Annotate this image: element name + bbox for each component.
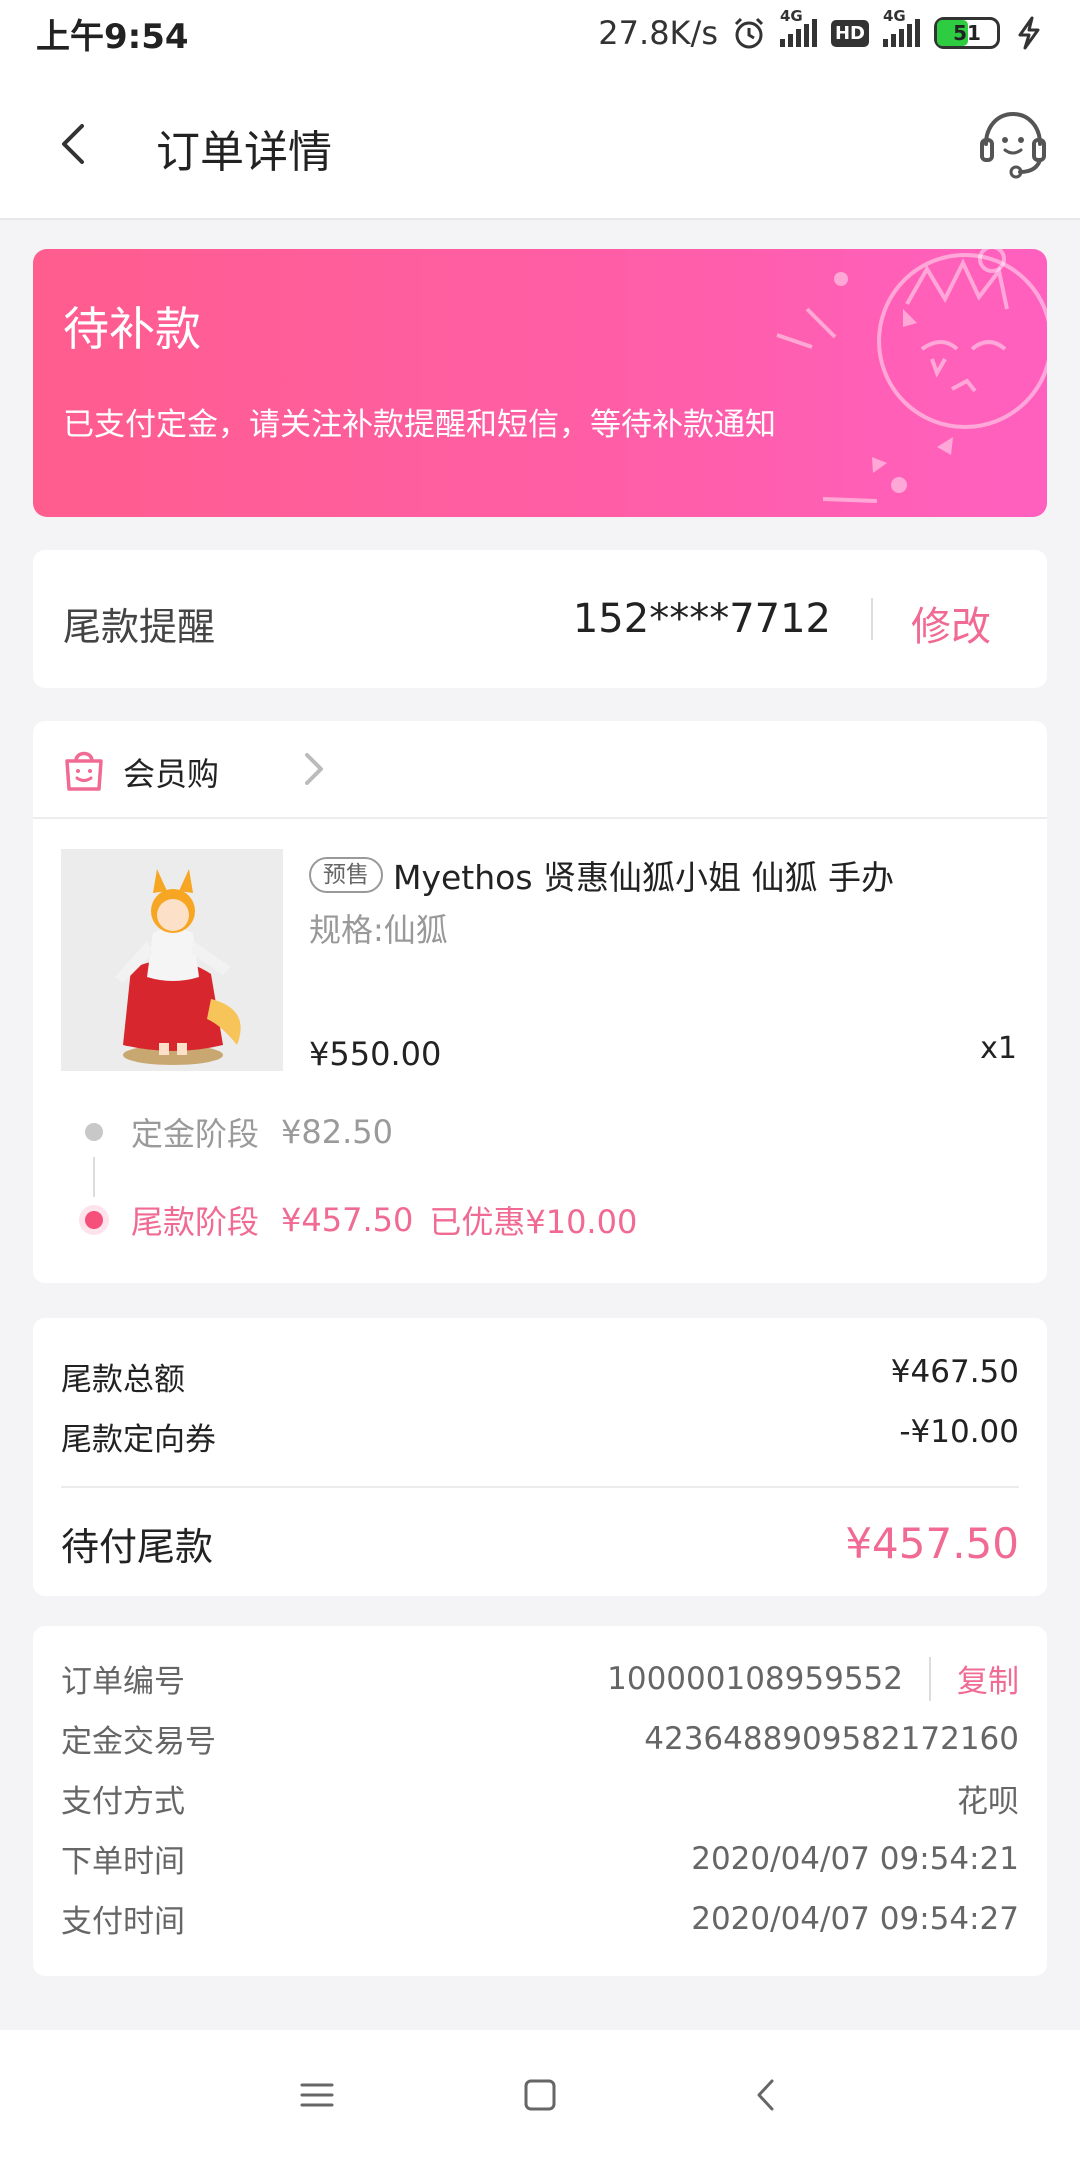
final-payment-reminder: 尾款提醒 152****7712 修改 bbox=[33, 550, 1047, 688]
mascot-decoration-icon bbox=[776, 249, 1047, 503]
system-nav-bar bbox=[0, 2030, 1080, 2160]
network-type-2: 4G bbox=[883, 7, 906, 25]
coupon-label: 尾款定向券 bbox=[61, 1422, 216, 1458]
divider bbox=[929, 1656, 931, 1701]
pay-time-row: 支付时间 2020/04/07 09:54:27 bbox=[61, 1896, 1019, 1941]
deposit-stage: 定金阶段 ¥82.50 bbox=[85, 1109, 393, 1155]
amount-due-value: ¥457.50 bbox=[845, 1519, 1019, 1568]
home-icon[interactable] bbox=[515, 2070, 565, 2120]
edit-phone-button[interactable]: 修改 bbox=[911, 594, 991, 652]
final-stage-discount: 已优惠¥10.00 bbox=[429, 1203, 638, 1241]
product-title: Myethos 贤惠仙狐小姐 仙狐 手办 bbox=[393, 858, 895, 897]
battery-level: 51 bbox=[953, 21, 981, 45]
stage-dot-active bbox=[85, 1211, 103, 1229]
final-total-row: 尾款总额 ¥467.50 bbox=[61, 1354, 1019, 1399]
menu-icon[interactable] bbox=[292, 2070, 342, 2120]
deposit-tx-row: 定金交易号 4236488909582172160 bbox=[61, 1716, 1019, 1761]
pay-time-label: 支付时间 bbox=[61, 1904, 185, 1940]
product-image[interactable] bbox=[61, 849, 283, 1071]
signal-icon-2: 4G bbox=[883, 7, 920, 47]
status-icons: 27.8K/s 4G HD 4G 51 bbox=[598, 7, 1044, 52]
divider bbox=[871, 598, 873, 640]
order-number-row: 订单编号 100000108959552 复制 bbox=[61, 1656, 1019, 1701]
back-nav-icon[interactable] bbox=[742, 2070, 792, 2120]
coupon-value: -¥10.00 bbox=[899, 1414, 1019, 1450]
order-time-row: 下单时间 2020/04/07 09:54:21 bbox=[61, 1836, 1019, 1881]
network-type-1: 4G bbox=[779, 7, 803, 25]
shop-row[interactable]: 会员购 bbox=[33, 721, 1047, 819]
presale-badge: 预售 bbox=[309, 857, 383, 893]
chevron-right-icon bbox=[305, 753, 323, 785]
deposit-tx-label: 定金交易号 bbox=[61, 1724, 216, 1760]
product-title-row[interactable]: 预售 Myethos 贤惠仙狐小姐 仙狐 手办 bbox=[309, 851, 1009, 899]
pay-method-row: 支付方式 花呗 bbox=[61, 1776, 1019, 1821]
status-banner: 待补款 已支付定金，请关注补款提醒和短信，等待补款通知 bbox=[33, 249, 1047, 517]
net-speed: 27.8K/s bbox=[598, 14, 718, 52]
page-title: 订单详情 bbox=[156, 127, 332, 178]
signal-icon: 4G bbox=[779, 7, 817, 47]
customer-service-icon[interactable] bbox=[976, 106, 1050, 180]
status-time: 上午9:54 bbox=[36, 16, 189, 57]
final-stage-amount: ¥457.50 bbox=[281, 1201, 414, 1239]
deposit-stage-amount: ¥82.50 bbox=[281, 1113, 393, 1151]
order-status-description: 已支付定金，请关注补款提醒和短信，等待补款通知 bbox=[63, 407, 776, 443]
product-price: ¥550.00 bbox=[309, 1035, 442, 1073]
shop-name: 会员购 bbox=[123, 755, 220, 793]
payment-totals: 尾款总额 ¥467.50 尾款定向券 -¥10.00 待付尾款 ¥457.50 bbox=[33, 1318, 1047, 1596]
alarm-icon bbox=[734, 17, 764, 49]
order-number-label: 订单编号 bbox=[61, 1664, 185, 1700]
product-spec: 规格:仙狐 bbox=[309, 911, 448, 949]
pay-method-label: 支付方式 bbox=[61, 1784, 185, 1820]
back-icon[interactable] bbox=[46, 114, 106, 174]
pay-time: 2020/04/07 09:54:27 bbox=[691, 1900, 1019, 1937]
product-card: 会员购 预售 Myethos 贤惠仙狐小姐 仙狐 手办 规格:仙狐 ¥550.0… bbox=[33, 721, 1047, 1283]
final-stage-label: 尾款阶段 bbox=[131, 1203, 260, 1241]
order-time-label: 下单时间 bbox=[61, 1844, 185, 1880]
stage-connector bbox=[93, 1157, 95, 1197]
divider bbox=[61, 1486, 1019, 1488]
coupon-row: 尾款定向券 -¥10.00 bbox=[61, 1414, 1019, 1459]
final-total-value: ¥467.50 bbox=[890, 1354, 1019, 1390]
reminder-label: 尾款提醒 bbox=[63, 605, 216, 649]
hd-icon: HD bbox=[830, 19, 869, 47]
nav-bar: 订单详情 bbox=[0, 66, 1080, 220]
copy-order-number-button[interactable]: 复制 bbox=[957, 1656, 1019, 1701]
reminder-phone: 152****7712 bbox=[572, 596, 831, 642]
battery-icon: 51 bbox=[934, 17, 1000, 49]
amount-due-label: 待付尾款 bbox=[61, 1525, 214, 1569]
status-bar: 上午9:54 27.8K/s 4G HD 4G 51 bbox=[0, 0, 1080, 66]
order-number: 100000108959552 bbox=[607, 1660, 903, 1697]
deposit-tx-number: 4236488909582172160 bbox=[644, 1720, 1019, 1757]
deposit-stage-label: 定金阶段 bbox=[131, 1115, 260, 1153]
pay-method: 花呗 bbox=[957, 1784, 1019, 1820]
final-stage: 尾款阶段 ¥457.50 已优惠¥10.00 bbox=[85, 1197, 637, 1243]
order-info: 订单编号 100000108959552 复制 定金交易号 4236488909… bbox=[33, 1626, 1047, 1976]
stage-dot bbox=[85, 1123, 103, 1141]
final-total-label: 尾款总额 bbox=[61, 1362, 185, 1398]
charging-icon bbox=[1018, 16, 1040, 50]
order-time: 2020/04/07 09:54:21 bbox=[691, 1840, 1019, 1877]
amount-due-row: 待付尾款 ¥457.50 bbox=[61, 1516, 1019, 1571]
product-quantity: x1 bbox=[980, 1031, 1017, 1066]
shopping-bag-icon bbox=[65, 751, 103, 791]
order-status-title: 待补款 bbox=[63, 302, 201, 356]
